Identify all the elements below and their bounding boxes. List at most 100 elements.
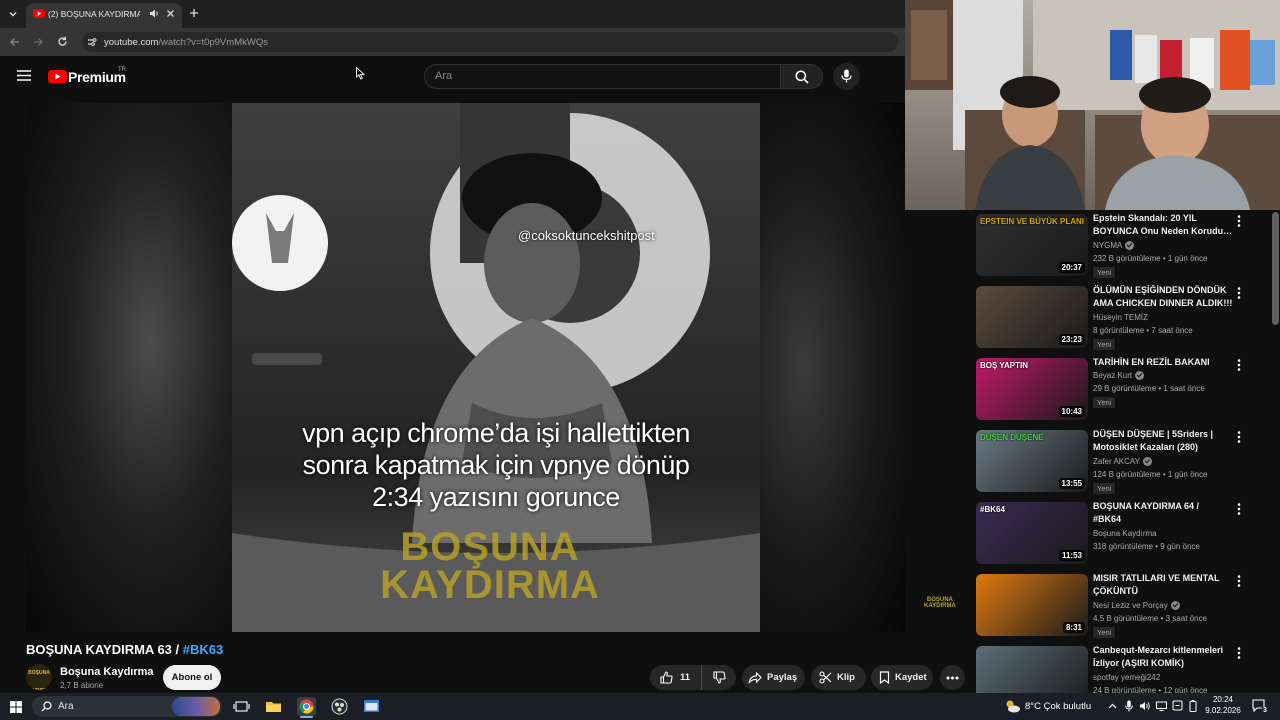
recommendation-title[interactable]: Canbequt-Mezarcı kitlenmeleri İzliyor (AŞ… <box>1093 644 1233 669</box>
recommendation-title[interactable]: TARİHİN EN REZİL BAKANI <box>1093 356 1233 369</box>
tray-app-icon[interactable] <box>1172 700 1183 711</box>
recommendation-item[interactable]: DÜŞEN DÜŞENE 13:55 DÜŞEN DÜŞENE | 5Sriders… <box>965 428 1270 494</box>
like-button[interactable]: 11 <box>650 665 702 690</box>
youtube-logo-icon[interactable] <box>48 70 67 83</box>
chrome-icon[interactable] <box>297 697 316 716</box>
recommendation-title-line: MISIR TATLILARI VE MENTAL <box>1093 573 1220 583</box>
recommendation-item[interactable]: 23:23 ÖLÜMÜN EŞİĞİNDEN DÖNDÜK AMA CHICKEN … <box>965 284 1270 350</box>
recommendation-thumbnail[interactable]: DÜŞEN DÜŞENE 13:55 <box>976 430 1088 492</box>
search-input[interactable] <box>424 64 781 89</box>
more-vertical-icon[interactable] <box>1233 358 1245 372</box>
recommendation-item[interactable]: 8:31 MISIR TATLILARI VE MENTAL ÇÖKÜNTÜ Nesi… <box>965 572 1270 638</box>
weather-icon[interactable] <box>1003 697 1022 716</box>
channel-name: spotfay yemeği242 <box>1093 673 1161 682</box>
save-button[interactable]: Kaydet <box>871 665 933 690</box>
recommendation-title-line: Canbequt-Mezarcı kitlenmeleri <box>1093 645 1224 655</box>
more-actions-button[interactable] <box>940 665 965 690</box>
tray-volume-icon[interactable] <box>1139 701 1151 711</box>
brand-line-1: BOŞUNA <box>400 525 580 569</box>
recommendation-item[interactable]: 12:20 Canbequt-Mezarcı kitlenmeleri İzliyo… <box>965 644 1270 693</box>
reload-icon[interactable] <box>57 36 68 47</box>
clip-label: Klip <box>837 672 855 683</box>
taskbar-clock[interactable]: 20:24 9.02.2026 <box>1204 695 1242 717</box>
recommendation-channel[interactable]: spotfay yemeği242 <box>1093 673 1160 682</box>
recommendation-meta: 24 B görüntüleme • 12 gün önce <box>1093 686 1208 693</box>
recommendation-channel[interactable]: Boşuna Kaydırma <box>1093 529 1157 538</box>
scissors-icon <box>819 671 832 684</box>
recommendation-channel[interactable]: Hüseyin TEMİZ <box>1093 313 1148 322</box>
clip-button[interactable]: Klip <box>811 665 866 690</box>
clock-time: 20:24 <box>1212 695 1234 704</box>
recommendation-thumbnail[interactable]: 8:31 <box>976 574 1088 636</box>
recommendation-thumbnail[interactable]: 12:20 <box>976 646 1088 693</box>
tray-microphone-icon[interactable] <box>1125 700 1133 712</box>
verified-check-icon <box>1142 457 1152 466</box>
recommendation-item[interactable]: #BK64 11:53 BOŞUNA KAYDIRMA 64 / #BK64 Boşun… <box>965 500 1270 564</box>
task-view-icon[interactable] <box>232 697 251 716</box>
subscribe-button[interactable]: Abone ol <box>163 665 221 690</box>
recommendation-channel[interactable]: Nesi Leziz ve Porçay <box>1093 601 1180 610</box>
more-vertical-icon[interactable] <box>1233 574 1245 588</box>
channel-name: Boşuna Kaydırma <box>1093 529 1157 538</box>
channel-name[interactable]: Boşuna Kaydırma <box>60 666 154 678</box>
recommendation-title[interactable]: DÜŞEN DÜŞENE | 5Sriders | Motosiklet Kaza… <box>1093 428 1233 453</box>
recommendation-channel[interactable]: NYGMA <box>1093 241 1135 250</box>
more-vertical-icon[interactable] <box>1233 430 1245 444</box>
channel-name: Zafer AKCAY <box>1093 457 1140 466</box>
recommendation-title-line: BOYUNCA Onu Neden Korudul... <box>1093 225 1233 236</box>
tab-list-dropdown-icon[interactable] <box>8 9 18 19</box>
search-button[interactable] <box>781 64 823 89</box>
recommendation-thumbnail[interactable]: EPSTEIN VE BÜYÜK PLANI 20:37 <box>976 214 1088 276</box>
tab-close-icon[interactable] <box>166 9 175 18</box>
obs-icon[interactable] <box>330 697 349 716</box>
more-vertical-icon[interactable] <box>1233 502 1245 516</box>
share-button[interactable]: Paylaş <box>742 665 805 690</box>
windows-start-icon[interactable] <box>10 701 22 713</box>
app-window-icon[interactable] <box>362 697 381 716</box>
avatar-line-1: BOŞUNA <box>28 670 50 676</box>
recommendation-thumbnail[interactable]: 23:23 <box>976 286 1088 348</box>
voice-search-button[interactable] <box>833 63 860 90</box>
recommendation-title[interactable]: BOŞUNA KAYDIRMA 64 / #BK64 <box>1093 500 1233 525</box>
recommendation-title[interactable]: MISIR TATLILARI VE MENTAL ÇÖKÜNTÜ <box>1093 572 1233 597</box>
recommendation-title[interactable]: ÖLÜMÜN EŞİĞİNDEN DÖNDÜK AMA CHICKEN DINNE… <box>1093 284 1233 309</box>
recommendation-meta: 29 B görüntüleme • 1 saat önce <box>1093 384 1205 393</box>
recommendation-channel[interactable]: Beyaz Kurt <box>1093 371 1145 380</box>
video-title: BOŞUNA KAYDIRMA 63 / #BK63 <box>26 642 223 657</box>
dislike-button[interactable] <box>702 665 736 690</box>
channel-corner-watermark[interactable]: BOŞUNA KAYDIRMA <box>924 597 956 610</box>
channel-brand-overlay: BOŞUNA KAYDIRMA <box>380 525 600 605</box>
recommendation-title[interactable]: Epstein Skandalı: 20 YIL BOYUNCA Onu Nede… <box>1093 212 1233 237</box>
sidebar-scrollbar-thumb[interactable] <box>1272 212 1279 325</box>
recommendation-item[interactable]: BOŞ YAPTIN 10:43 TARİHİN EN REZİL BAKANI Be… <box>965 356 1270 420</box>
recommendation-thumbnail[interactable]: #BK64 11:53 <box>976 502 1088 564</box>
thumbnail-caption: #BK64 <box>980 505 1005 514</box>
hamburger-menu-icon[interactable] <box>17 70 31 81</box>
recommendation-thumbnail[interactable]: BOŞ YAPTIN 10:43 <box>976 358 1088 420</box>
forward-arrow-icon[interactable] <box>33 37 44 47</box>
new-badge: Yeni <box>1093 483 1116 494</box>
mouse-cursor-icon <box>356 67 365 80</box>
recommendation-item[interactable]: EPSTEIN VE BÜYÜK PLANI 20:37 Epstein Skand… <box>965 212 1270 278</box>
subscriber-count: 2,7 B abone <box>60 681 104 690</box>
search-highlight-image <box>172 697 220 716</box>
site-info-icon[interactable] <box>87 37 97 47</box>
more-vertical-icon[interactable] <box>1233 286 1245 300</box>
back-arrow-icon[interactable] <box>9 37 20 47</box>
recommendation-channel[interactable]: Zafer AKCAY <box>1093 457 1152 466</box>
avatar-line-2: KAYDIRMA <box>26 688 52 690</box>
new-tab-plus-icon[interactable] <box>189 8 199 18</box>
url-text[interactable]: youtube.com/watch?v=t0p9VmMkWQs <box>104 37 268 48</box>
tab-audio-playing-icon[interactable] <box>149 8 160 19</box>
channel-avatar[interactable]: BOŞUNA KAYDIRMA <box>26 664 52 690</box>
tray-network-icon[interactable] <box>1156 701 1167 711</box>
more-vertical-icon[interactable] <box>1233 646 1245 660</box>
tray-chevron-up-icon[interactable] <box>1108 702 1117 711</box>
video-duration: 8:31 <box>1062 622 1085 633</box>
thumbs-up-icon <box>660 671 673 684</box>
file-explorer-icon[interactable] <box>264 697 283 716</box>
tray-battery-icon[interactable] <box>1189 700 1197 712</box>
weather-text[interactable]: 8°C Çok bulutlu <box>1025 701 1091 712</box>
video-hashtag-link[interactable]: #BK63 <box>183 642 223 657</box>
more-vertical-icon[interactable] <box>1233 214 1245 228</box>
